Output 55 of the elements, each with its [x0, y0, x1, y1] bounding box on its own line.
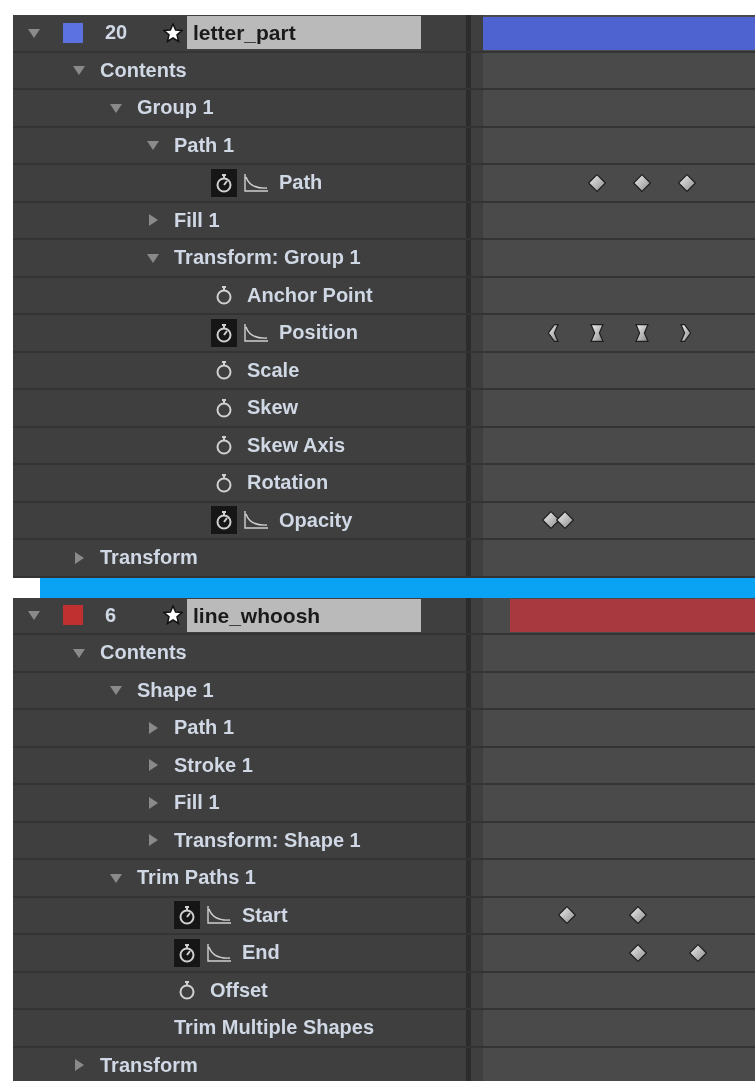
- property-label: Rotation: [247, 471, 329, 495]
- keyframe-icon[interactable]: [542, 511, 560, 530]
- group-label[interactable]: Group 1: [137, 96, 214, 120]
- group-label[interactable]: Shape 1: [137, 678, 214, 702]
- keyframe-icon[interactable]: [555, 511, 574, 530]
- group-label[interactable]: Contents: [100, 58, 187, 82]
- group-label[interactable]: Transform: [100, 1053, 198, 1077]
- stopwatch-icon[interactable]: [211, 506, 237, 535]
- property-label: Scale: [247, 358, 300, 382]
- property-label: End: [242, 941, 280, 965]
- property-label: Offset: [210, 978, 268, 1002]
- stopwatch-icon[interactable]: [211, 168, 237, 197]
- keyframe-icon[interactable]: [678, 173, 696, 192]
- group-label[interactable]: Fill 1: [174, 791, 220, 815]
- group-label[interactable]: Trim Paths 1: [137, 866, 256, 890]
- graph-icon[interactable]: [243, 172, 269, 193]
- group-label[interactable]: Contents: [100, 641, 187, 665]
- stopwatch-icon[interactable]: [211, 318, 237, 347]
- group-label[interactable]: Transform: Group 1: [174, 246, 361, 270]
- keyframe-icon[interactable]: [558, 906, 577, 925]
- graph-icon[interactable]: [243, 510, 269, 531]
- property-label: Path: [279, 171, 323, 195]
- group-label[interactable]: Stroke 1: [174, 753, 253, 777]
- keyframe-icon[interactable]: [629, 943, 648, 962]
- label-swatch[interactable]: [63, 605, 83, 626]
- property-label: Skew: [247, 396, 299, 420]
- keyframe-icon[interactable]: [588, 173, 607, 192]
- group-label[interactable]: Transform: Shape 1: [174, 828, 361, 852]
- group-label[interactable]: Fill 1: [174, 208, 220, 232]
- graph-icon[interactable]: [206, 942, 232, 963]
- group-label[interactable]: Path 1: [174, 716, 235, 740]
- star-icon: [163, 605, 183, 626]
- layer-number: 20: [105, 21, 129, 45]
- keyframe-icon[interactable]: [629, 906, 648, 925]
- keyframe-icon[interactable]: [588, 323, 607, 342]
- property-label: Start: [242, 903, 288, 927]
- layer-name-field[interactable]: letter_part: [187, 16, 421, 50]
- property-label: Opacity: [279, 508, 353, 532]
- property-label: Trim Multiple Shapes: [174, 1016, 375, 1040]
- label-swatch[interactable]: [63, 22, 83, 43]
- keyframe-icon[interactable]: [633, 173, 652, 192]
- stopwatch-icon[interactable]: [174, 938, 200, 967]
- property-label: Position: [279, 321, 358, 345]
- layer-name-field[interactable]: line_whoosh: [187, 598, 421, 632]
- group-label[interactable]: Transform: [100, 546, 198, 570]
- star-icon: [163, 22, 183, 43]
- keyframe-icon[interactable]: [688, 943, 707, 962]
- property-label: Skew Axis: [247, 433, 346, 457]
- keyframe-icon[interactable]: [633, 323, 652, 342]
- graph-icon[interactable]: [206, 905, 232, 926]
- stopwatch-icon[interactable]: [174, 901, 200, 930]
- property-label: Anchor Point: [247, 283, 373, 307]
- graph-icon[interactable]: [243, 322, 269, 343]
- layer-number: 6: [105, 603, 118, 627]
- group-label[interactable]: Path 1: [174, 133, 235, 157]
